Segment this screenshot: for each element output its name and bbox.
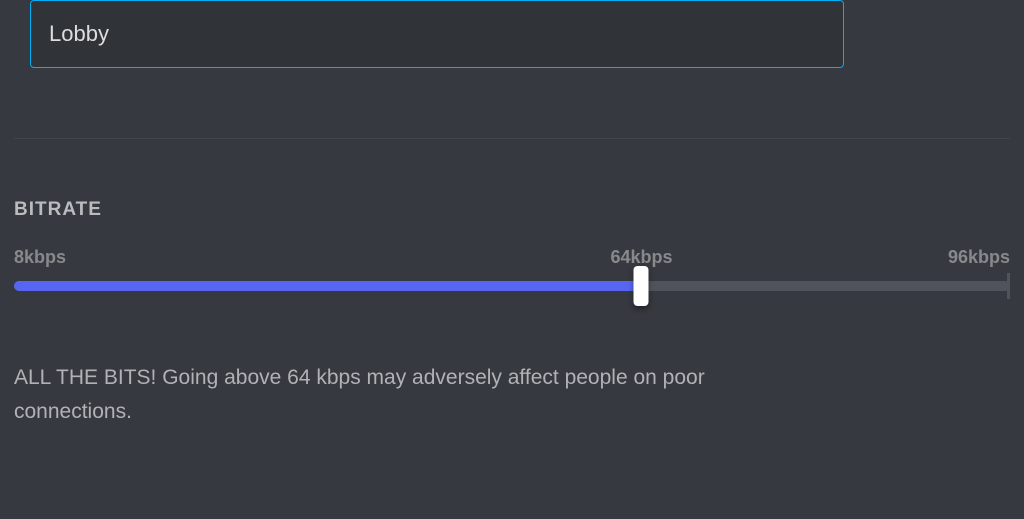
bitrate-slider-tick-max [1007, 273, 1010, 299]
bitrate-description: ALL THE BITS! Going above 64 kbps may ad… [14, 361, 794, 428]
bitrate-label-max: 96kbps [948, 247, 1010, 268]
bitrate-section: BITRATE 8kbps 64kbps 96kbps ALL THE BITS… [0, 199, 1024, 428]
bitrate-label-min: 8kbps [14, 247, 66, 268]
bitrate-slider-thumb[interactable] [634, 266, 649, 306]
bitrate-slider-track[interactable] [14, 281, 1010, 291]
bitrate-label-mid: 64kbps [610, 247, 672, 268]
channel-name-input[interactable] [30, 0, 844, 68]
bitrate-slider-labels: 8kbps 64kbps 96kbps [14, 247, 1010, 273]
section-divider [14, 138, 1010, 139]
bitrate-slider-fill [14, 281, 641, 291]
bitrate-slider-container: 8kbps 64kbps 96kbps [14, 247, 1010, 327]
bitrate-heading: BITRATE [14, 199, 1010, 221]
